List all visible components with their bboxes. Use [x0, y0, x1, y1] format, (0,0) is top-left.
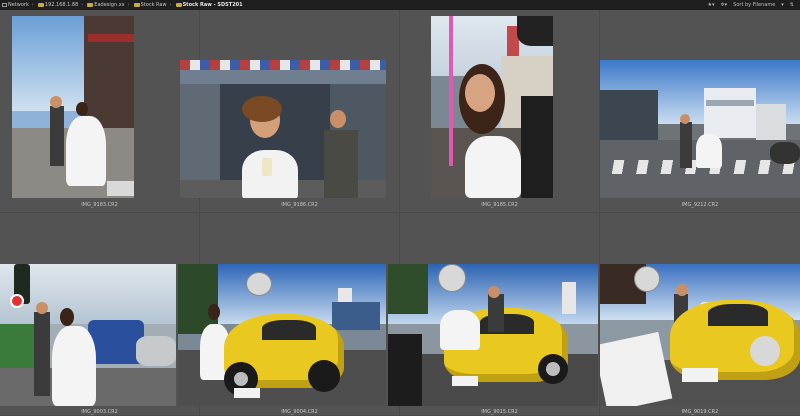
thumbnail-image[interactable]: [600, 264, 800, 406]
breadcrumb-label: Network: [8, 2, 29, 8]
breadcrumb-server[interactable]: 192.168.1.88 ›: [36, 2, 85, 8]
breadcrumb-label: Stock Raw: [140, 2, 167, 8]
gear-icon[interactable]: ✲▾: [720, 2, 727, 8]
chevron-right-icon: ›: [31, 2, 34, 8]
breadcrumb-current-folder[interactable]: Stock Raw - SDST201: [174, 2, 245, 8]
thumbnail-filename: IMG_9186.CR2: [281, 202, 318, 208]
thumbnail-image[interactable]: [388, 264, 598, 406]
thumbnail-image[interactable]: [178, 264, 386, 406]
folder-icon: [133, 3, 140, 7]
breadcrumb-label: Eadesign.xx: [94, 2, 125, 8]
folder-icon: [87, 3, 94, 7]
thumbnail-cell[interactable]: IMG_9185.CR2: [400, 10, 600, 213]
thumbnail-image[interactable]: [431, 16, 553, 198]
thumbnail-cell[interactable]: IMG_9004.CR2: [178, 213, 400, 416]
chevron-down-icon[interactable]: ▾: [781, 2, 784, 8]
breadcrumb-share[interactable]: Eadesign.xx ›: [85, 2, 131, 8]
path-bar: Network › 192.168.1.88 › Eadesign.xx › S…: [0, 0, 800, 10]
breadcrumb-stock-raw[interactable]: Stock Raw ›: [132, 2, 174, 8]
thumbnail-filename: IMG_9183.CR2: [81, 202, 118, 208]
thumbnail-filename: IMG_9019.CR2: [681, 409, 719, 415]
thumbnail-image[interactable]: [180, 60, 386, 198]
thumbnail-cell[interactable]: IMG_9019.CR2: [600, 213, 800, 416]
thumbnail-cell[interactable]: IMG_9003.CR2: [0, 213, 200, 416]
thumbnail-image[interactable]: [0, 264, 176, 406]
thumbnail-filename: IMG_9004.CR2: [281, 409, 318, 415]
breadcrumb-label: Stock Raw - SDST201: [182, 2, 243, 8]
folder-icon: [37, 3, 44, 7]
breadcrumb-label: 192.168.1.88: [44, 2, 79, 8]
chevron-right-icon: ›: [81, 2, 84, 8]
thumbnail-filename: IMG_9185.CR2: [481, 202, 518, 208]
thumbnail-filename: IMG_9003.CR2: [81, 409, 118, 415]
star-filter-icon[interactable]: ★▾: [707, 2, 714, 8]
thumbnail-cell[interactable]: IMG_9212.CR2: [600, 10, 800, 213]
thumbnail-image[interactable]: [600, 60, 800, 198]
folder-icon: [175, 3, 182, 7]
network-icon: [2, 3, 7, 7]
thumbnail-image[interactable]: [12, 16, 134, 198]
sort-direction-icon[interactable]: ⇅: [790, 2, 794, 8]
thumbnail-cell[interactable]: IMG_9015.CR2: [388, 213, 600, 416]
chevron-right-icon: ›: [127, 2, 130, 8]
toolbar: ★▾ ✲▾ Sort by Filename ▾ ⇅: [707, 2, 800, 8]
breadcrumb-network[interactable]: Network ›: [0, 2, 36, 8]
thumbnail-filename: IMG_9212.CR2: [681, 202, 719, 208]
thumbnail-cell[interactable]: IMG_9183.CR2: [0, 10, 200, 213]
thumbnail-filename: IMG_9015.CR2: [481, 409, 518, 415]
chevron-right-icon: ›: [169, 2, 172, 8]
sort-dropdown[interactable]: Sort by Filename: [733, 2, 775, 8]
thumbnail-grid: IMG_9183.CR2 IMG_9186.CR2 IMG_9185.CR2 I…: [0, 10, 800, 416]
thumbnail-cell[interactable]: IMG_9186.CR2: [180, 10, 400, 213]
